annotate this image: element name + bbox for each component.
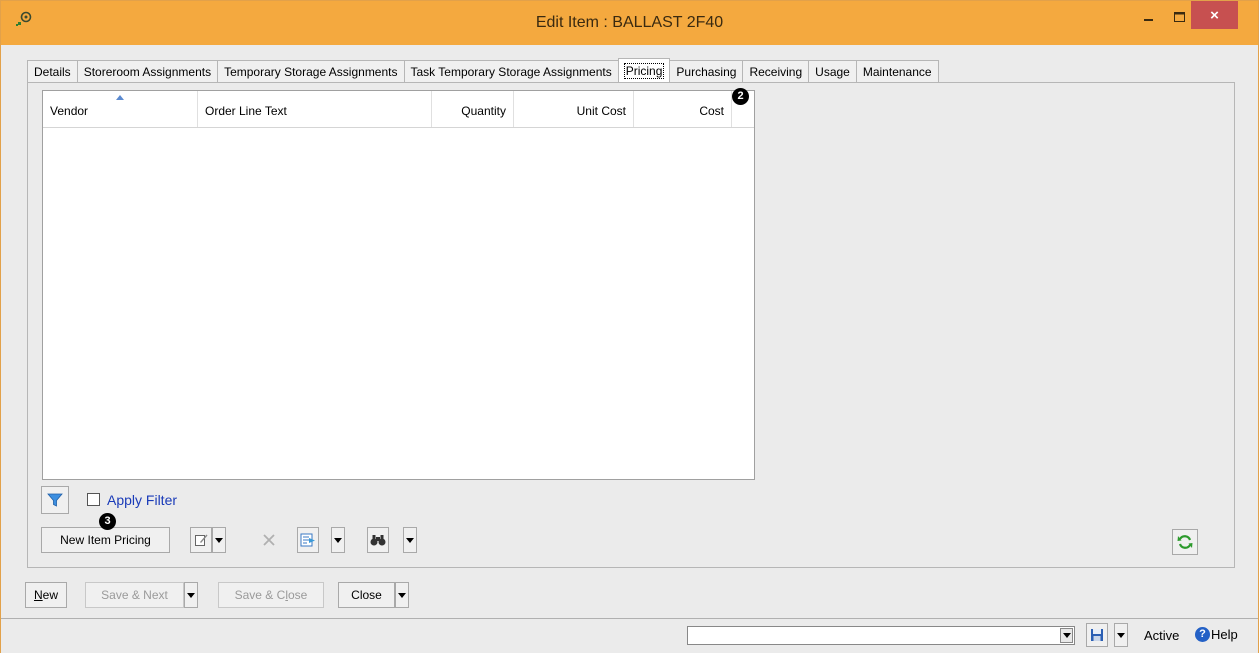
column-label: Vendor [50,104,89,118]
tab-label: Details [34,65,71,79]
tab-details[interactable]: Details [27,60,78,83]
refresh-icon [1177,535,1193,549]
status-bar: Active ? Help [1,618,1258,653]
filter-button[interactable] [41,486,69,514]
column-header-order-line-text[interactable]: Order Line Text [198,91,432,127]
export-button[interactable] [297,527,319,553]
save-next-dropdown-button[interactable] [184,582,198,608]
maximize-button[interactable] [1164,1,1194,33]
tab-strip: Details Storeroom Assignments Temporary … [27,58,939,83]
tab-purchasing[interactable]: Purchasing [669,60,744,83]
status-combo-dropdown[interactable] [1060,628,1073,643]
close-dropdown-button[interactable] [395,582,409,608]
floppy-disk-icon [1091,629,1103,641]
button-label: Save & Next [101,588,168,602]
close-icon: × [1210,6,1219,24]
chevron-down-icon [406,537,414,543]
tab-label: Maintenance [862,65,932,79]
close-window-button[interactable]: × [1191,1,1238,29]
tab-label: Task Temporary Storage Assignments [410,65,612,79]
tab-maintenance[interactable]: Maintenance [855,60,939,83]
edit-item-window: Edit Item : BALLAST 2F40 × Details Store… [0,0,1259,653]
window-title: Edit Item : BALLAST 2F40 [535,14,724,31]
chevron-down-icon [334,537,342,543]
column-header-cost[interactable]: Cost [634,91,732,127]
button-label: New Item Pricing [60,533,151,547]
apply-filter-checkbox[interactable] [87,493,100,506]
tab-temporary-storage-assignments[interactable]: Temporary Storage Assignments [217,60,405,83]
refresh-button[interactable] [1172,529,1198,555]
tab-label: Receiving [749,65,803,79]
column-header-vendor[interactable]: Vendor [43,91,198,127]
sort-ascending-icon [116,95,124,100]
save-next-button[interactable]: Save & Next [85,582,184,608]
save-close-button[interactable]: Save & Close [218,582,324,608]
tab-label: Usage [815,65,850,79]
callout-badge-3: 3 [99,513,116,530]
tab-label: Temporary Storage Assignments [224,65,398,79]
new-button[interactable]: New [25,582,67,608]
callout-badge-2: 2 [732,88,749,105]
button-label: ose [288,588,308,602]
button-label: Save & C [234,588,286,602]
column-label: Unit Cost [576,104,626,118]
find-button[interactable] [367,527,389,553]
close-button[interactable]: Close [338,582,395,608]
chevron-down-icon [398,592,406,598]
column-header-unit-cost[interactable]: Unit Cost [514,91,634,127]
tab-pricing[interactable]: Pricing [617,58,671,83]
export-dropdown-button[interactable] [331,527,345,553]
edit-icon [195,534,208,546]
save-layout-dropdown-button[interactable] [1114,623,1128,647]
help-link[interactable]: ? Help [1195,627,1238,642]
chevron-down-icon [1062,633,1071,638]
pricing-panel: Vendor Order Line Text Quantity Unit Cos… [27,82,1235,568]
record-status-label: Active [1144,628,1180,643]
column-label: Order Line Text [205,104,287,118]
apply-filter-label[interactable]: Apply Filter [107,492,177,508]
column-header-quantity[interactable]: Quantity [432,91,514,127]
help-label: Help [1211,627,1238,642]
tab-label: Pricing [623,63,665,79]
column-label: Quantity [461,104,506,118]
chevron-down-icon [1117,632,1125,638]
funnel-icon [47,493,63,507]
grid-header: Vendor Order Line Text Quantity Unit Cos… [43,91,754,128]
tab-label: Storeroom Assignments [83,65,212,79]
tab-receiving[interactable]: Receiving [742,60,810,83]
new-item-pricing-button[interactable]: New Item Pricing [41,527,170,553]
column-label: Cost [699,104,724,118]
tab-usage[interactable]: Usage [808,60,857,83]
help-icon: ? [1195,627,1210,642]
binoculars-icon [370,535,386,546]
button-label: ew [42,588,58,602]
tab-task-temporary-storage-assignments[interactable]: Task Temporary Storage Assignments [403,60,619,83]
minimize-button[interactable] [1134,1,1164,33]
edit-button[interactable] [190,527,212,553]
export-icon [300,533,315,547]
maximize-icon [1173,12,1185,22]
button-label: Close [351,588,382,602]
tab-label: Purchasing [676,65,737,79]
chevron-down-icon [187,592,195,598]
delete-icon [263,534,275,546]
save-layout-button[interactable] [1086,623,1108,647]
chevron-down-icon [215,537,223,543]
tab-storeroom-assignments[interactable]: Storeroom Assignments [76,60,219,83]
status-combo[interactable] [687,626,1075,645]
find-dropdown-button[interactable] [403,527,417,553]
edit-dropdown-button[interactable] [212,527,226,553]
minimize-icon [1144,19,1153,21]
delete-button[interactable] [258,527,280,553]
title-bar[interactable]: Edit Item : BALLAST 2F40 × [1,1,1258,45]
button-label-mnemonic: N [33,588,43,602]
pricing-grid[interactable]: Vendor Order Line Text Quantity Unit Cos… [42,90,755,480]
